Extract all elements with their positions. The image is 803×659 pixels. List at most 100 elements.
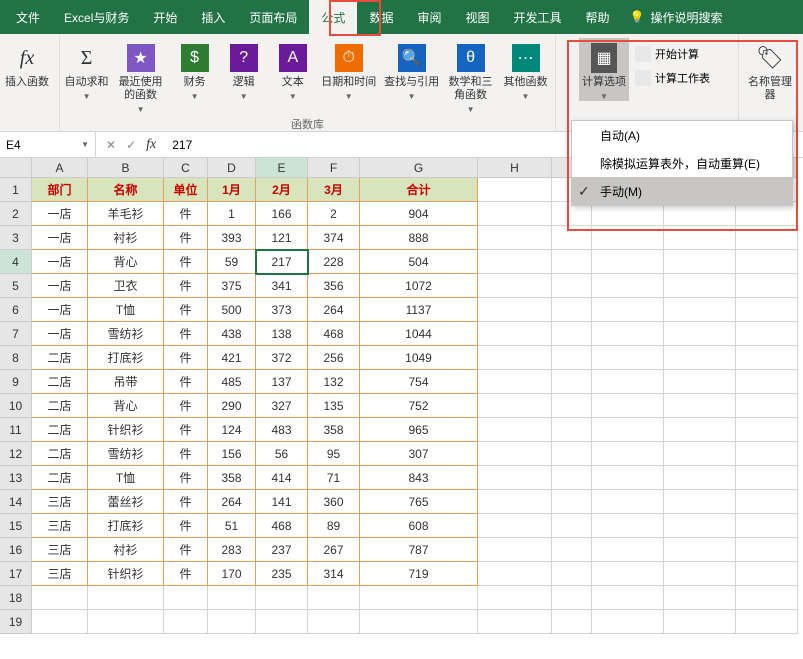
cell[interactable] [552, 442, 592, 466]
cell[interactable]: 背心 [88, 250, 164, 274]
cell[interactable] [256, 610, 308, 634]
cell[interactable]: 合计 [360, 178, 478, 202]
cell[interactable]: 吊带 [88, 370, 164, 394]
cell[interactable] [308, 586, 360, 610]
cell[interactable]: 372 [256, 346, 308, 370]
text-button[interactable]: A文本▼ [270, 38, 315, 101]
cell[interactable] [664, 298, 736, 322]
cell[interactable]: 针织衫 [88, 562, 164, 586]
cell[interactable]: 1 [208, 202, 256, 226]
cell[interactable] [592, 562, 664, 586]
cell[interactable] [88, 586, 164, 610]
cell[interactable] [664, 442, 736, 466]
cell[interactable] [552, 514, 592, 538]
cell[interactable]: 一店 [32, 298, 88, 322]
cell[interactable]: 358 [208, 466, 256, 490]
cell[interactable] [664, 466, 736, 490]
cell[interactable] [552, 418, 592, 442]
cell[interactable] [736, 274, 798, 298]
cell[interactable]: 三店 [32, 514, 88, 538]
cell[interactable] [552, 538, 592, 562]
cell[interactable]: 2 [308, 202, 360, 226]
row-header-11[interactable]: 11 [0, 418, 32, 442]
cell[interactable]: 132 [308, 370, 360, 394]
cell[interactable]: 打底衫 [88, 514, 164, 538]
cell[interactable] [32, 610, 88, 634]
cell[interactable]: 393 [208, 226, 256, 250]
ribbon-tab-10[interactable]: 帮助 [574, 0, 622, 34]
cell[interactable]: 468 [256, 514, 308, 538]
cell[interactable]: 217 [256, 250, 308, 274]
cell[interactable]: 283 [208, 538, 256, 562]
cell[interactable]: 71 [308, 466, 360, 490]
cell[interactable] [478, 490, 552, 514]
row-header-19[interactable]: 19 [0, 610, 32, 634]
cell[interactable] [664, 394, 736, 418]
cell[interactable]: 267 [308, 538, 360, 562]
financial-button[interactable]: $财务▼ [172, 38, 217, 101]
cell[interactable]: 356 [308, 274, 360, 298]
cell[interactable] [478, 226, 552, 250]
cell[interactable]: T恤 [88, 298, 164, 322]
cell[interactable] [552, 322, 592, 346]
autosum-button[interactable]: Σ自动求和▼ [64, 38, 109, 101]
cell[interactable]: 373 [256, 298, 308, 322]
cell[interactable]: 二店 [32, 418, 88, 442]
cell[interactable]: 一店 [32, 226, 88, 250]
cell[interactable]: 件 [164, 322, 208, 346]
select-all-corner[interactable] [0, 158, 32, 178]
cell[interactable] [592, 370, 664, 394]
dropdown-item-except-tables[interactable]: 除模拟运算表外，自动重算(E) [572, 149, 792, 177]
cell[interactable]: 341 [256, 274, 308, 298]
cell[interactable] [478, 202, 552, 226]
fx-icon[interactable]: fx [146, 137, 156, 153]
cell[interactable]: 89 [308, 514, 360, 538]
cell[interactable] [360, 610, 478, 634]
cell[interactable]: 754 [360, 370, 478, 394]
calculation-options-button[interactable]: ▦ 计算选项 ▼ [579, 38, 629, 101]
cell[interactable]: 一店 [32, 250, 88, 274]
cell[interactable] [164, 610, 208, 634]
cell[interactable]: 一店 [32, 322, 88, 346]
cell[interactable]: 2月 [256, 178, 308, 202]
cell[interactable]: 衬衫 [88, 226, 164, 250]
cell[interactable]: 438 [208, 322, 256, 346]
row-header-17[interactable]: 17 [0, 562, 32, 586]
cell[interactable]: 59 [208, 250, 256, 274]
cell[interactable] [736, 442, 798, 466]
logical-button[interactable]: ?逻辑▼ [221, 38, 266, 101]
row-header-6[interactable]: 6 [0, 298, 32, 322]
cell[interactable] [360, 586, 478, 610]
cell[interactable] [552, 346, 592, 370]
cell[interactable]: 121 [256, 226, 308, 250]
cell[interactable] [552, 490, 592, 514]
cell[interactable] [736, 538, 798, 562]
cell[interactable] [664, 418, 736, 442]
confirm-icon[interactable]: ✓ [126, 138, 136, 152]
cell[interactable]: 雪纺衫 [88, 442, 164, 466]
ribbon-tab-9[interactable]: 开发工具 [501, 0, 573, 34]
cell[interactable]: 95 [308, 442, 360, 466]
col-header-A[interactable]: A [32, 158, 88, 178]
cell[interactable]: 件 [164, 274, 208, 298]
col-header-G[interactable]: G [360, 158, 478, 178]
cell[interactable] [664, 250, 736, 274]
cell[interactable] [736, 610, 798, 634]
datetime-button[interactable]: ⏱日期和时间▼ [319, 38, 378, 101]
cell[interactable] [478, 346, 552, 370]
col-header-B[interactable]: B [88, 158, 164, 178]
cell[interactable]: 264 [308, 298, 360, 322]
cell[interactable]: 名称 [88, 178, 164, 202]
cell[interactable] [208, 586, 256, 610]
cell[interactable]: 二店 [32, 442, 88, 466]
cell[interactable] [478, 178, 552, 202]
cell[interactable]: 237 [256, 538, 308, 562]
cell[interactable] [592, 346, 664, 370]
cell[interactable] [88, 610, 164, 634]
cell[interactable]: 羊毛衫 [88, 202, 164, 226]
cell[interactable]: 414 [256, 466, 308, 490]
cell[interactable] [736, 298, 798, 322]
row-header-16[interactable]: 16 [0, 538, 32, 562]
cell[interactable]: 二店 [32, 466, 88, 490]
cell[interactable] [736, 466, 798, 490]
